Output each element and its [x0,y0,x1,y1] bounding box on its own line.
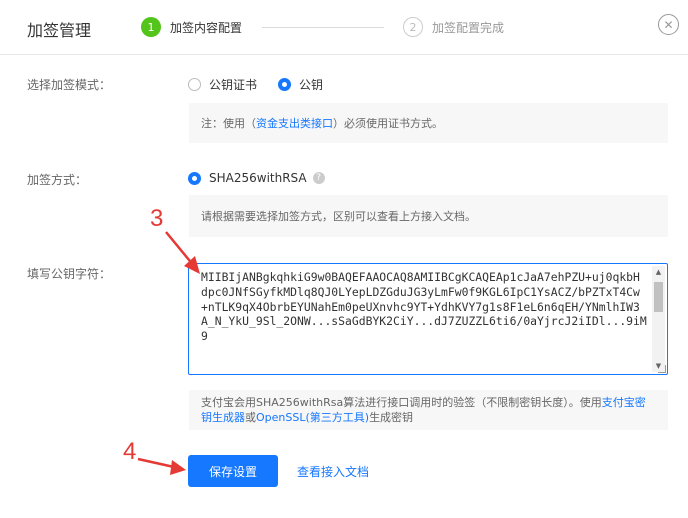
key-note-prefix: 支付宝会用SHA256withRsa算法进行接口调用时的验签（不限制密钥长度）。… [201,396,602,409]
save-button[interactable]: 保存设置 [188,455,278,487]
sign-method-note: 请根据需要选择加签方式，区别可以查看上方接入文档。 [189,195,668,237]
help-icon[interactable]: ? [312,172,325,184]
annotation-3: 3 [150,205,164,232]
radio-cert-label: 公钥证书 [209,78,258,92]
arrow-4 [137,457,186,475]
radio-sha256-label: SHA256withRSA [209,171,307,185]
radio-pubkey-circle[interactable] [278,78,291,91]
radio-pubkey-label: 公钥 [299,78,324,92]
key-note-suffix: 生成密钥 [369,411,414,424]
resize-handle-icon[interactable] [658,365,666,373]
sign-method-label: 加签方式： [27,173,88,187]
note-suffix: ）必须使用证书方式。 [333,117,443,130]
close-icon[interactable]: ✕ [658,14,679,35]
step-1-number: 1 [141,17,161,37]
radio-sha256[interactable]: SHA256withRSA ? [188,171,325,185]
textarea-scrollbar[interactable]: ▲ ▼ [652,266,665,372]
radio-cert-circle[interactable] [188,78,201,91]
public-key-note: 支付宝会用SHA256withRsa算法进行接口调用时的验签（不限制密钥长度）。… [189,390,668,430]
dialog-title: 加签管理 [27,21,92,40]
view-docs-link[interactable]: 查看接入文档 [297,463,369,480]
step-1-label: 加签内容配置 [170,20,243,35]
step-1: 1 加签内容配置 [141,17,242,37]
key-note-mid: 或 [245,411,256,424]
step-connector [262,27,384,28]
note-prefix: 注：使用（ [201,117,256,130]
radio-cert[interactable]: 公钥证书 [188,76,257,93]
step-2: 2 加签配置完成 [403,17,504,37]
step-2-number: 2 [403,17,423,37]
sign-mode-label: 选择加签模式： [27,78,112,92]
public-key-textarea[interactable]: MIIBIjANBgkqhkiG9w0BAQEFAAOCAQ8AMIIBCgKC… [188,263,668,375]
dialog-header: 加签管理 1 加签内容配置 2 加签配置完成 ✕ [0,0,688,55]
scroll-thumb[interactable] [654,282,663,312]
step-2-label: 加签配置完成 [432,20,505,35]
public-key-label: 填写公钥字符： [27,267,112,281]
scroll-up-icon[interactable]: ▲ [652,266,665,278]
openssl-link[interactable]: OpenSSL(第三方工具) [256,411,369,424]
fund-interface-link[interactable]: 资金支出类接口 [256,115,333,131]
public-key-value[interactable]: MIIBIjANBgkqhkiG9w0BAQEFAAOCAQ8AMIIBCgKC… [201,270,647,344]
radio-sha256-circle[interactable] [188,171,201,185]
annotation-4: 4 [123,438,137,465]
radio-pubkey[interactable]: 公钥 [278,76,323,93]
sign-mode-note: 注：使用（ 资金支出类接口 ）必须使用证书方式。 [189,103,668,143]
